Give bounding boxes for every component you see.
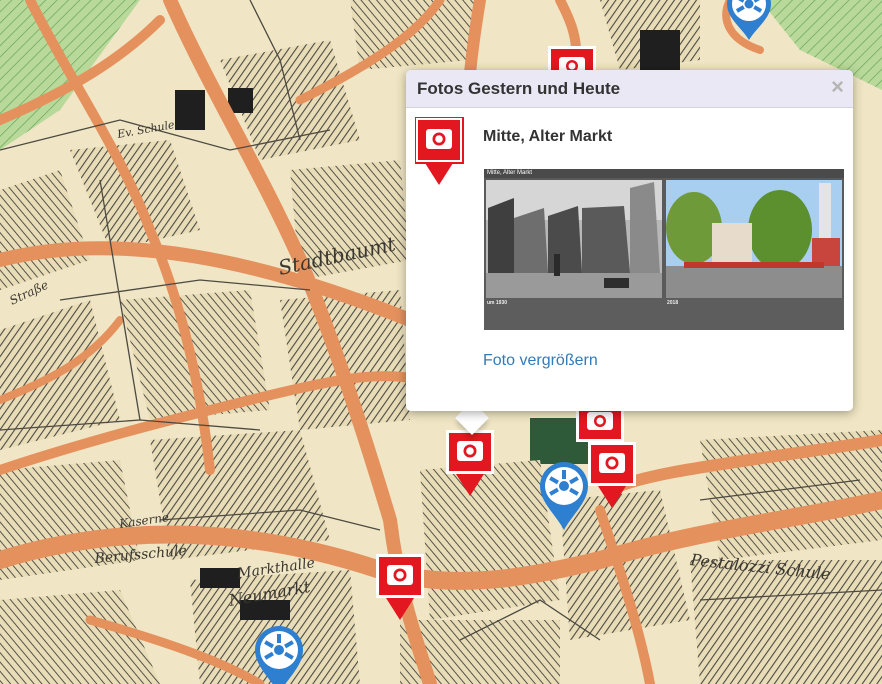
- left-photo-caption: um 1930: [487, 300, 508, 306]
- camera-marker-icon[interactable]: [444, 428, 496, 498]
- place-title: Mitte, Alter Markt: [483, 128, 613, 145]
- camera-marker-icon[interactable]: [374, 552, 426, 622]
- info-popup: Fotos Gestern und Heute × Mitte, Alter M…: [406, 70, 853, 411]
- enlarge-photo-link[interactable]: Foto vergrößern: [483, 352, 598, 370]
- popup-title: Fotos Gestern und Heute: [417, 79, 621, 98]
- photo-header: Mitte, Alter Markt: [484, 169, 844, 178]
- comparison-photo[interactable]: Mitte, Alter Markt um 1930 2018: [484, 169, 844, 330]
- close-icon[interactable]: ×: [831, 74, 844, 100]
- camera-marker-icon[interactable]: [574, 408, 626, 444]
- info-marker-icon[interactable]: [723, 0, 775, 42]
- info-marker-icon[interactable]: [253, 624, 305, 684]
- right-photo-caption: 2018: [667, 300, 679, 306]
- camera-marker-icon[interactable]: [586, 440, 638, 510]
- info-marker-icon[interactable]: [538, 460, 590, 532]
- camera-marker-icon: [415, 117, 464, 185]
- popup-header: Fotos Gestern und Heute ×: [406, 70, 853, 108]
